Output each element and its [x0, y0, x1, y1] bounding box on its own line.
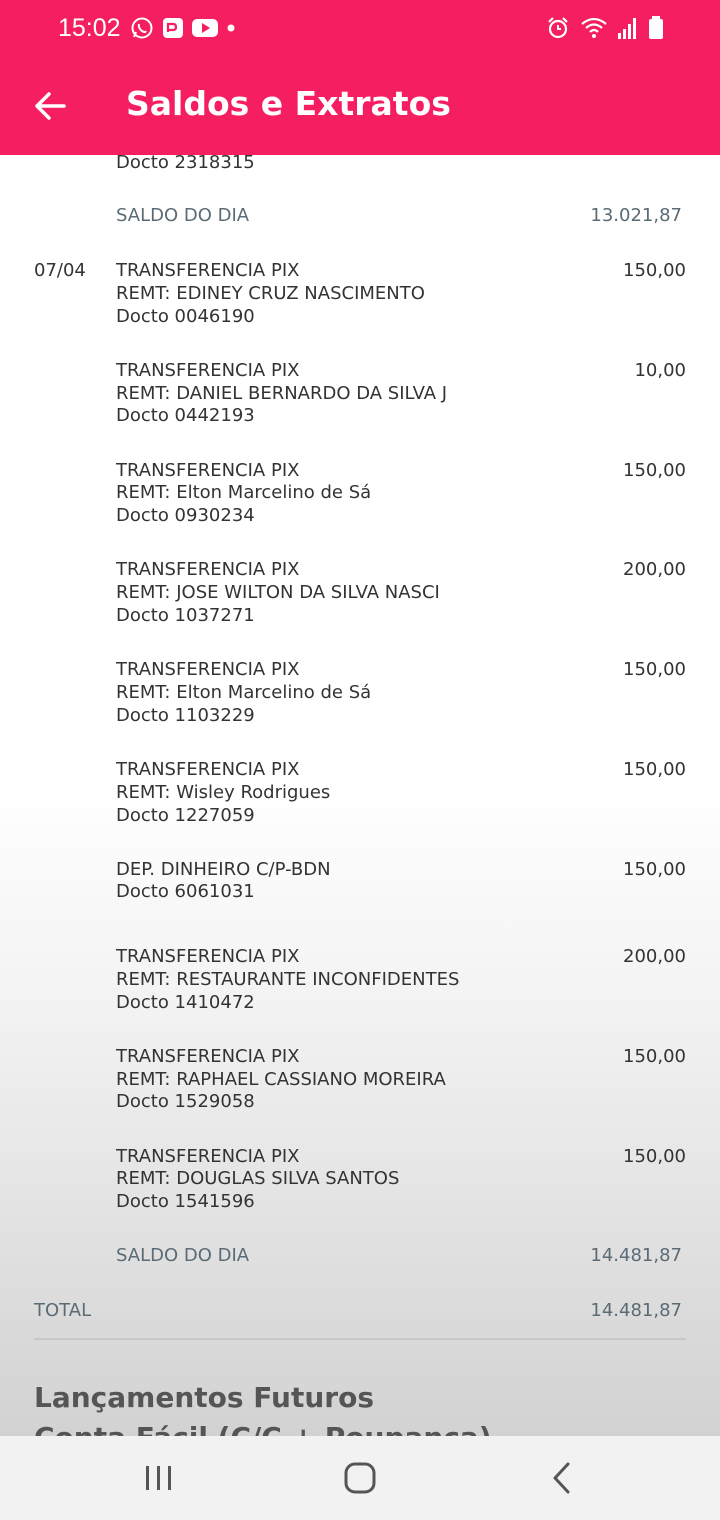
transaction-amount: 150,00	[623, 260, 686, 281]
chevron-left-icon	[553, 1462, 570, 1494]
transaction-sender: REMT: RAPHAEL CASSIANO MOREIRA	[116, 1069, 446, 1090]
total-label: TOTAL	[34, 1300, 92, 1321]
saldo-label: SALDO DO DIA	[116, 1245, 250, 1266]
transaction-docto: Docto 1541596	[116, 1191, 255, 1212]
signal-icon	[618, 18, 636, 39]
transaction-docto: Docto 1410472	[116, 992, 255, 1013]
transaction-sender: REMT: RESTAURANTE INCONFIDENTES	[116, 969, 460, 990]
transaction-docto: Docto 0442193	[116, 405, 255, 426]
wifi-icon	[581, 17, 607, 38]
transaction-type: TRANSFERENCIA PIX	[116, 559, 300, 580]
app-notification-icon	[163, 18, 183, 38]
transaction-type: DEP. DINHEIRO C/P-BDN	[116, 859, 331, 880]
transaction-sender: REMT: Elton Marcelino de Sá	[116, 482, 372, 503]
statement-list[interactable]: Docto 2318315 SALDO DO DIA 13.021,87 07/…	[0, 155, 720, 1436]
alarm-icon	[548, 17, 568, 39]
total-value: 14.481,87	[590, 1300, 682, 1321]
transaction-type: TRANSFERENCIA PIX	[116, 360, 300, 381]
status-time: 15:02	[58, 14, 121, 42]
transaction-docto: Docto 1227059	[116, 805, 255, 826]
transaction-docto: Docto 6061031	[116, 881, 255, 902]
whatsapp-icon	[131, 17, 153, 39]
status-bar: 15:02	[0, 0, 720, 58]
transaction-docto: Docto 0046190	[116, 306, 255, 327]
transaction-amount: 200,00	[623, 946, 686, 967]
transaction-docto: Docto 0930234	[116, 505, 255, 526]
transaction-docto: Docto 1037271	[116, 605, 255, 626]
transaction-amount: 10,00	[634, 360, 686, 381]
transaction-type: TRANSFERENCIA PIX	[116, 1146, 300, 1167]
transaction-type: TRANSFERENCIA PIX	[116, 1046, 300, 1067]
transaction-amount: 150,00	[623, 759, 686, 780]
transaction-amount: 150,00	[623, 1146, 686, 1167]
section-subtitle-conta: Conta Fácil (C/C + Poupança)	[34, 1421, 492, 1436]
transaction-date: 07/04	[34, 260, 86, 281]
transaction-amount: 150,00	[623, 460, 686, 481]
home-button[interactable]	[335, 1456, 385, 1500]
arrow-left-icon	[35, 92, 66, 120]
saldo-value: 13.021,87	[590, 205, 682, 226]
transaction-amount: 150,00	[623, 1046, 686, 1067]
transaction-type: TRANSFERENCIA PIX	[116, 260, 300, 281]
recent-apps-icon	[146, 1466, 171, 1490]
recent-apps-button[interactable]	[134, 1456, 184, 1500]
system-icons	[546, 16, 664, 40]
divider	[34, 1338, 686, 1340]
transaction-type: TRANSFERENCIA PIX	[116, 759, 300, 780]
page-title: Saldos e Extratos	[126, 84, 451, 123]
transaction-type: TRANSFERENCIA PIX	[116, 460, 300, 481]
transaction-sender: REMT: Elton Marcelino de Sá	[116, 682, 372, 703]
transaction-amount: 150,00	[623, 859, 686, 880]
battery-icon	[649, 16, 663, 39]
youtube-icon	[192, 19, 218, 37]
more-notifications-dot-icon	[227, 24, 235, 32]
transaction-type: TRANSFERENCIA PIX	[116, 946, 300, 967]
saldo-value: 14.481,87	[590, 1245, 682, 1266]
back-button[interactable]	[32, 86, 68, 126]
transaction-sender: REMT: Wisley Rodrigues	[116, 782, 331, 803]
transaction-amount: 150,00	[623, 659, 686, 680]
saldo-label: SALDO DO DIA	[116, 205, 250, 226]
app-bar: Saldos e Extratos	[0, 58, 720, 155]
back-nav-button[interactable]	[537, 1456, 587, 1500]
transaction-sender: REMT: EDINEY CRUZ NASCIMENTO	[116, 283, 425, 304]
transaction-docto: Docto 1103229	[116, 705, 255, 726]
home-icon	[344, 1462, 376, 1494]
notification-icons	[130, 16, 236, 40]
docto-label: Docto 2318315	[116, 155, 255, 173]
section-title-futuros: Lançamentos Futuros	[34, 1381, 374, 1414]
transaction-sender: REMT: JOSE WILTON DA SILVA NASCI	[116, 582, 440, 603]
transaction-type: TRANSFERENCIA PIX	[116, 659, 300, 680]
transaction-sender: REMT: DOUGLAS SILVA SANTOS	[116, 1168, 400, 1189]
transaction-amount: 200,00	[623, 559, 686, 580]
transaction-sender: REMT: DANIEL BERNARDO DA SILVA J	[116, 383, 448, 404]
transaction-docto: Docto 1529058	[116, 1091, 255, 1112]
system-navigation-bar	[0, 1436, 720, 1520]
